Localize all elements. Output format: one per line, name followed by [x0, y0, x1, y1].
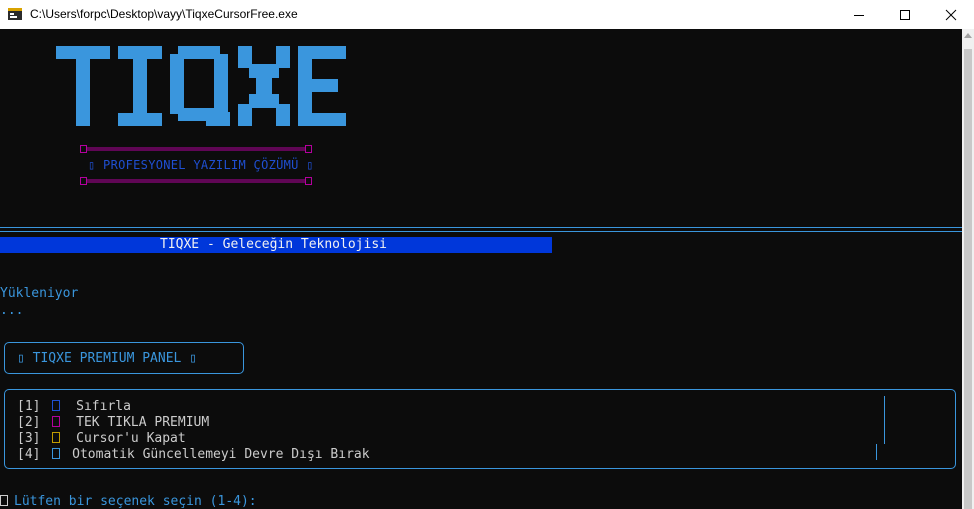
menu-right-border [884, 396, 885, 444]
box-glyph-icon [0, 495, 8, 506]
console-app-icon [8, 8, 22, 20]
menu-option-reset[interactable]: [1] Sıfırla [17, 399, 131, 415]
scroll-up-icon[interactable] [964, 33, 972, 38]
banner: TIQXE - Geleceğin Teknolojisi [0, 237, 552, 253]
minimize-icon [854, 14, 864, 16]
option-number: [2] [17, 415, 41, 430]
box-glyph-icon [52, 416, 61, 427]
menu-option-close-cursor[interactable]: [3] Cursor'u Kapat [17, 431, 186, 447]
menu-option-disable-updates[interactable]: [4] Otomatik Güncellemeyi Devre Dışı Bır… [17, 447, 370, 463]
console-output[interactable]: ▯ PROFESYONEL YAZILIM ÇÖZÜMÜ ▯ TIQXE - G… [0, 29, 962, 509]
option-label: Cursor'u Kapat [76, 431, 186, 446]
window-titlebar[interactable]: C:\Users\forpc\Desktop\vayy\TiqxeCursorF… [0, 0, 974, 29]
option-label: Sıfırla [76, 399, 131, 414]
input-prompt[interactable]: Lütfen bir seçenek seçin (1-4): [0, 494, 257, 509]
box-glyph-icon [52, 448, 61, 459]
maximize-icon [900, 9, 910, 20]
option-number: [3] [17, 431, 41, 446]
menu-box: [1] Sıfırla [2] TEK TIKLA PREMIUM [3] Cu… [4, 389, 956, 469]
close-button[interactable] [928, 0, 974, 29]
box-glyph-icon [52, 400, 61, 411]
panel-title: ▯ TIQXE PREMIUM PANEL ▯ [17, 351, 198, 366]
scroll-thumb[interactable] [964, 49, 972, 509]
subtitle-text: ▯ PROFESYONEL YAZILIM ÇÖZÜMÜ ▯ [88, 158, 314, 172]
loading-text: Yükleniyor [0, 286, 79, 301]
frame-bottom-line [80, 177, 312, 185]
banner-text: TIQXE - Geleceğin Teknolojisi [160, 237, 387, 252]
option-number: [4] [17, 447, 41, 462]
premium-panel-box: ▯ TIQXE PREMIUM PANEL ▯ [4, 342, 244, 374]
loading-dots: ... [0, 303, 24, 318]
double-divider [0, 227, 962, 232]
window-title: C:\Users\forpc\Desktop\vayy\TiqxeCursorF… [30, 7, 298, 21]
close-icon [945, 9, 957, 20]
box-glyph-icon [52, 432, 61, 443]
vertical-scrollbar[interactable] [962, 29, 974, 509]
frame-top-line [80, 145, 312, 153]
tiqxe-logo [56, 46, 346, 126]
menu-option-premium[interactable]: [2] TEK TIKLA PREMIUM [17, 415, 209, 431]
maximize-button[interactable] [882, 0, 928, 29]
menu-right-border-short [876, 444, 877, 460]
prompt-text: Lütfen bir seçenek seçin (1-4): [14, 494, 257, 509]
option-label: TEK TIKLA PREMIUM [76, 415, 210, 430]
minimize-button[interactable] [836, 0, 882, 29]
option-number: [1] [17, 399, 41, 414]
option-label: Otomatik Güncellemeyi Devre Dışı Bırak [72, 447, 370, 462]
